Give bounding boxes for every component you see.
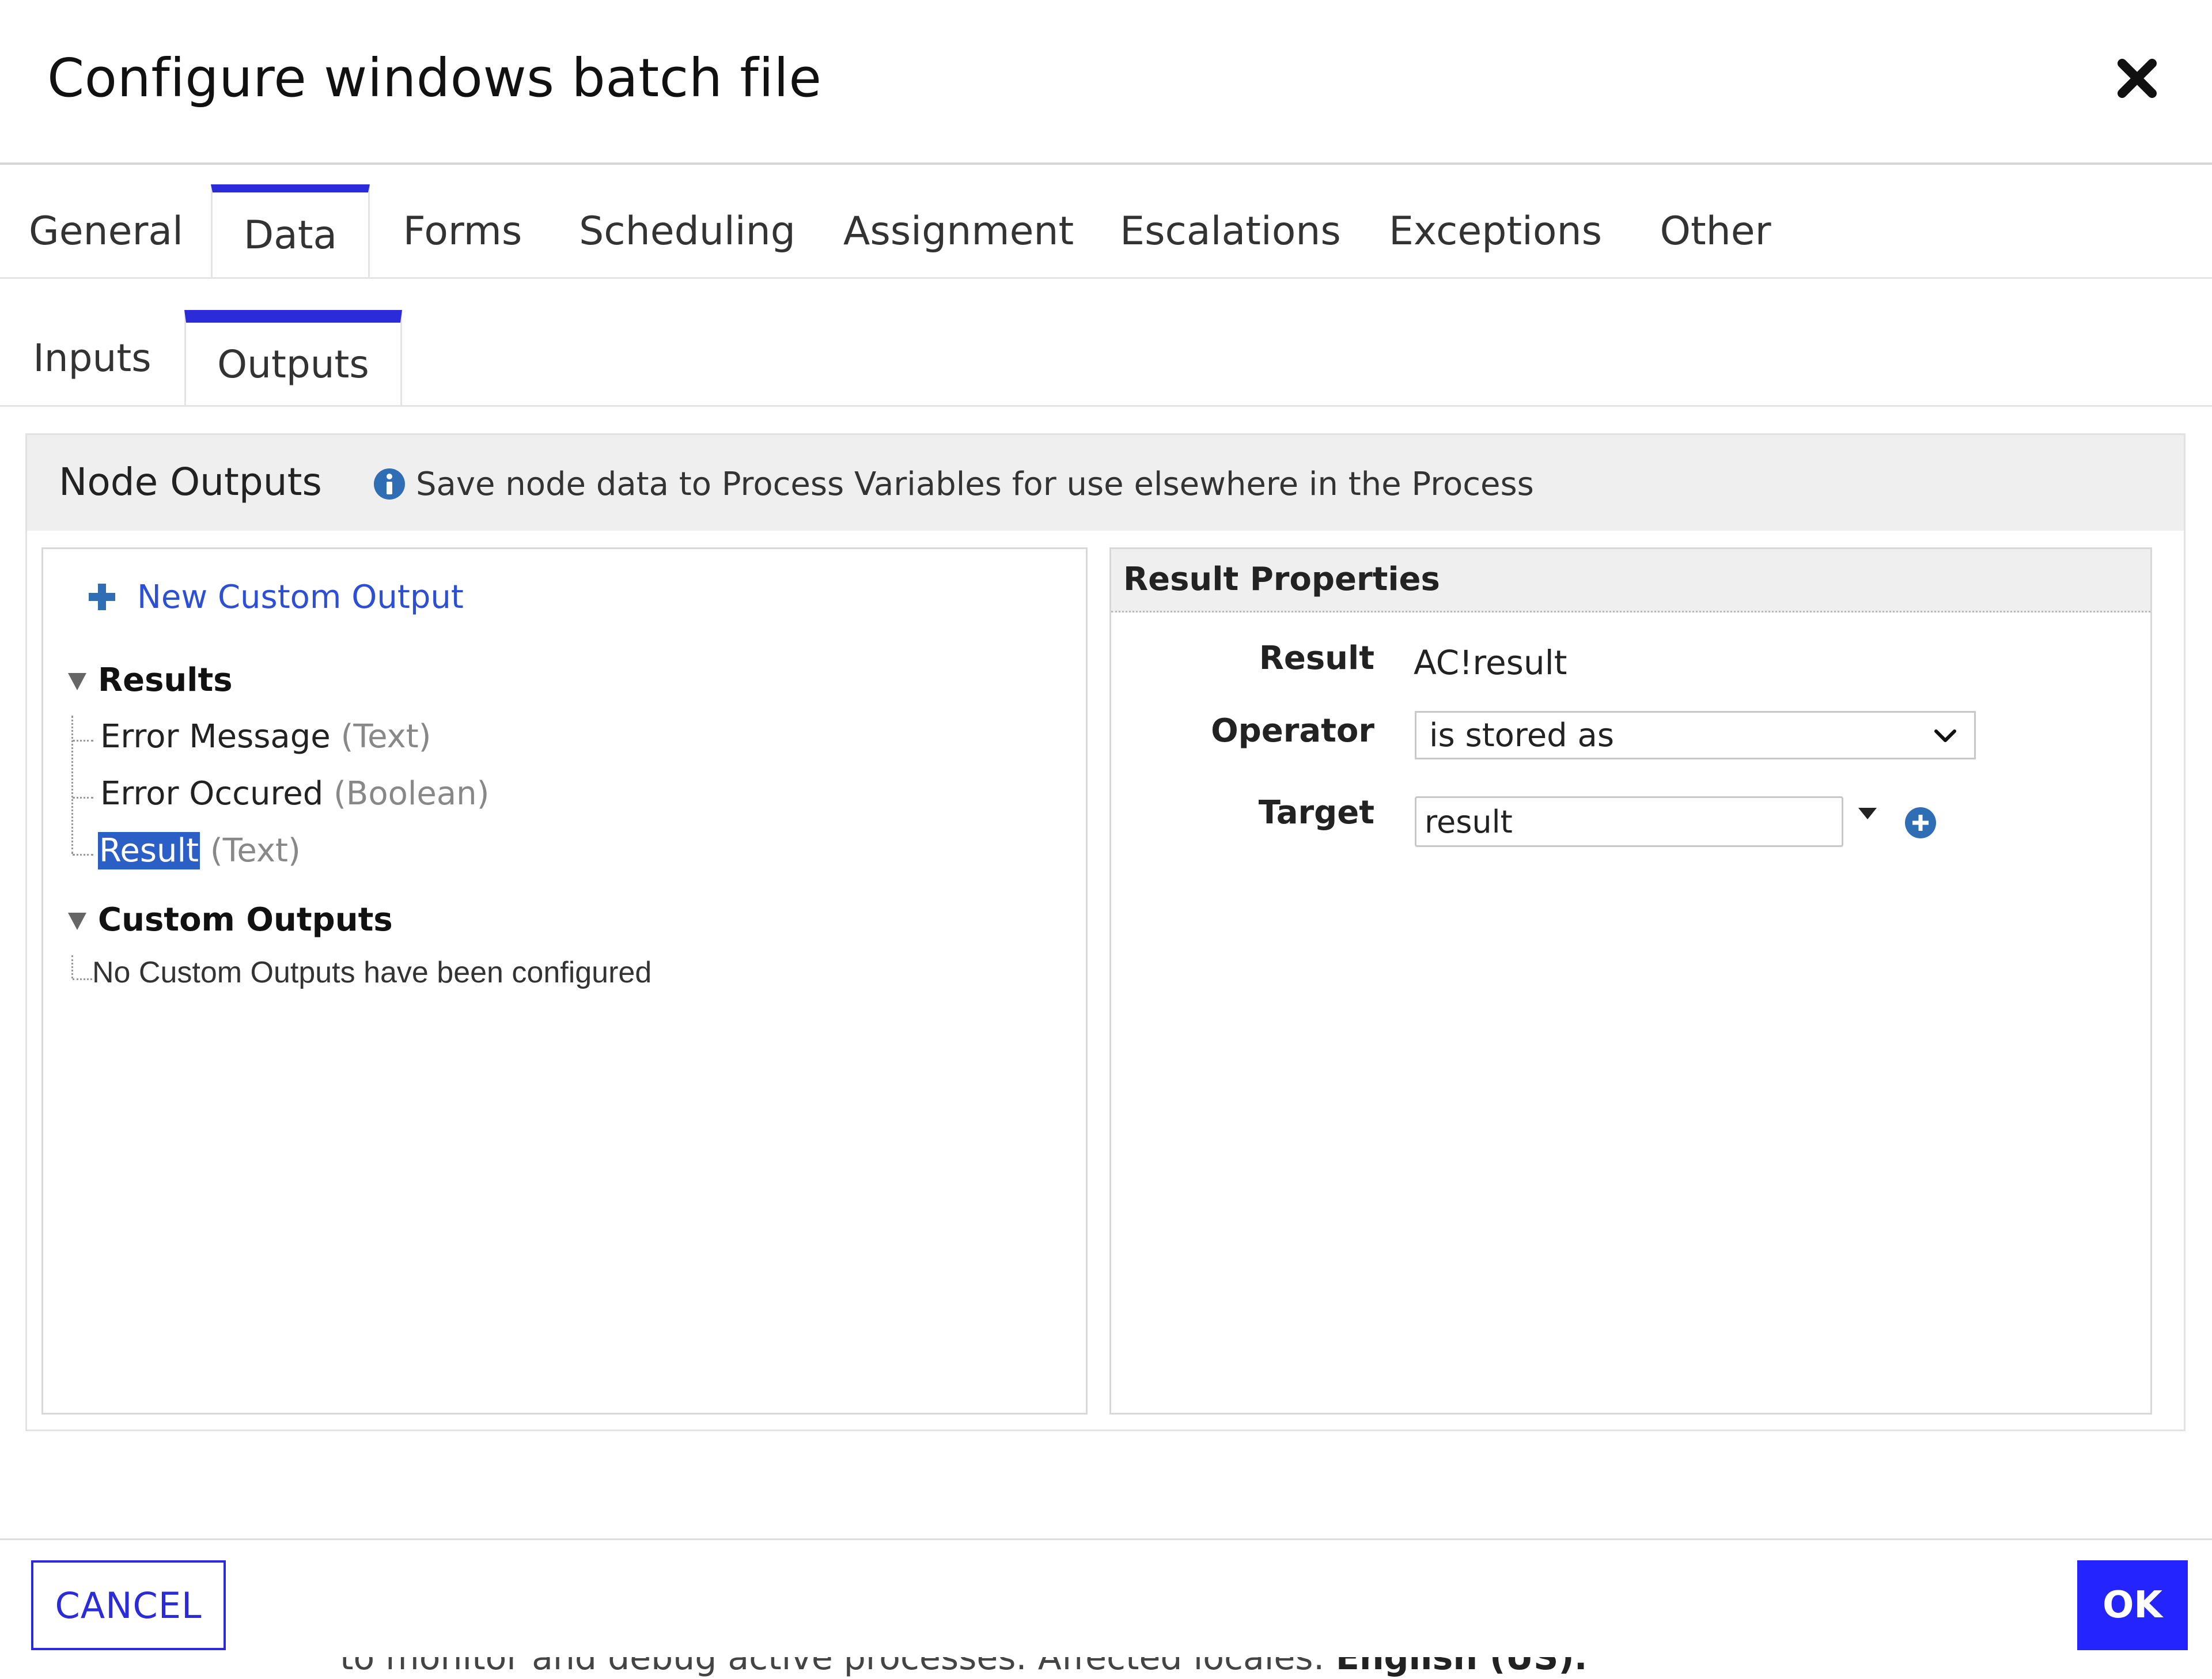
tab-label: General xyxy=(29,208,183,254)
result-value: AC!result xyxy=(1414,643,1567,682)
close-icon[interactable] xyxy=(2114,55,2160,101)
dialog-title: Configure windows batch file xyxy=(47,47,822,109)
new-custom-output-link[interactable]: New Custom Output xyxy=(85,575,464,619)
subtabs-divider xyxy=(0,405,2212,407)
tab-forms[interactable]: Forms xyxy=(387,184,538,278)
background-text-bold: English (US). xyxy=(1335,1657,1588,1678)
operator-label: Operator xyxy=(1211,712,1374,750)
result-properties-panel xyxy=(1109,547,2152,1415)
chevron-down-icon xyxy=(1934,729,1956,742)
tab-label: Escalations xyxy=(1120,208,1341,254)
operator-select[interactable]: is stored as xyxy=(1415,711,1976,759)
tree-item-name: Error Occured xyxy=(100,775,324,812)
tree-item-name: Error Message xyxy=(100,718,331,755)
tabs-divider xyxy=(0,277,2212,279)
collapse-triangle-icon[interactable] xyxy=(68,913,86,930)
subtab-label: Inputs xyxy=(33,335,151,380)
subtab-inputs[interactable]: Inputs xyxy=(12,310,173,406)
cancel-button[interactable]: CANCEL xyxy=(31,1560,226,1650)
tab-label: Other xyxy=(1660,208,1771,254)
tree-item-name: Result xyxy=(98,832,200,869)
background-page-text: to monitor and debug active processes. A… xyxy=(0,1657,2212,1679)
tree-item-result[interactable]: Result (Text) xyxy=(98,832,301,869)
collapse-triangle-icon[interactable] xyxy=(68,673,86,690)
node-outputs-info-text: Save node data to Process Variables for … xyxy=(416,466,1534,503)
tab-label: Scheduling xyxy=(579,208,796,254)
background-text: to monitor and debug active processes. A… xyxy=(340,1657,1325,1678)
tab-scheduling[interactable]: Scheduling xyxy=(565,184,810,278)
tree-connector xyxy=(71,955,73,978)
target-input[interactable]: result xyxy=(1415,796,1843,847)
tab-label: Data xyxy=(243,212,338,258)
tab-label: Assignment xyxy=(843,208,1074,254)
tree-connector xyxy=(73,740,93,742)
tree-item-error-message[interactable]: Error Message (Text) xyxy=(100,718,431,755)
tree-connector xyxy=(73,797,93,799)
custom-outputs-group-label: Custom Outputs xyxy=(98,901,393,939)
tree-item-type: (Text) xyxy=(340,718,431,755)
info-icon xyxy=(374,468,405,500)
tab-assignment[interactable]: Assignment xyxy=(840,184,1077,278)
new-custom-output-label: New Custom Output xyxy=(137,578,464,616)
subtab-outputs[interactable]: Outputs xyxy=(184,310,402,406)
no-custom-outputs-message: No Custom Outputs have been configured xyxy=(92,956,652,989)
results-group-label: Results xyxy=(98,661,233,699)
target-dropdown-caret-icon[interactable] xyxy=(1858,808,1877,819)
tree-connector xyxy=(71,716,73,854)
node-outputs-title: Node Outputs xyxy=(59,460,322,504)
tab-label: Forms xyxy=(403,208,522,254)
ok-button[interactable]: OK xyxy=(2077,1560,2188,1650)
tree-item-type: (Text) xyxy=(210,832,301,869)
plus-icon xyxy=(89,584,115,610)
operator-select-value: is stored as xyxy=(1429,716,1615,754)
tree-connector xyxy=(73,978,92,980)
add-circle-icon[interactable] xyxy=(1904,807,1937,839)
tree-connector xyxy=(73,854,93,856)
result-label: Result xyxy=(1259,640,1374,677)
tab-data[interactable]: Data xyxy=(211,184,370,278)
tree-item-error-occured[interactable]: Error Occured (Boolean) xyxy=(100,775,490,812)
tab-general[interactable]: General xyxy=(22,184,190,278)
target-label: Target xyxy=(1258,794,1374,831)
tab-exceptions[interactable]: Exceptions xyxy=(1385,184,1606,278)
result-properties-title: Result Properties xyxy=(1123,561,1440,598)
tree-item-type: (Boolean) xyxy=(334,775,490,812)
tab-label: Exceptions xyxy=(1388,208,1603,254)
target-input-value: result xyxy=(1425,803,1513,840)
tab-other[interactable]: Other xyxy=(1645,184,1786,278)
title-divider xyxy=(0,162,2212,165)
subtab-label: Outputs xyxy=(217,342,369,387)
footer-divider xyxy=(0,1538,2212,1540)
tab-escalations[interactable]: Escalations xyxy=(1118,184,1343,278)
